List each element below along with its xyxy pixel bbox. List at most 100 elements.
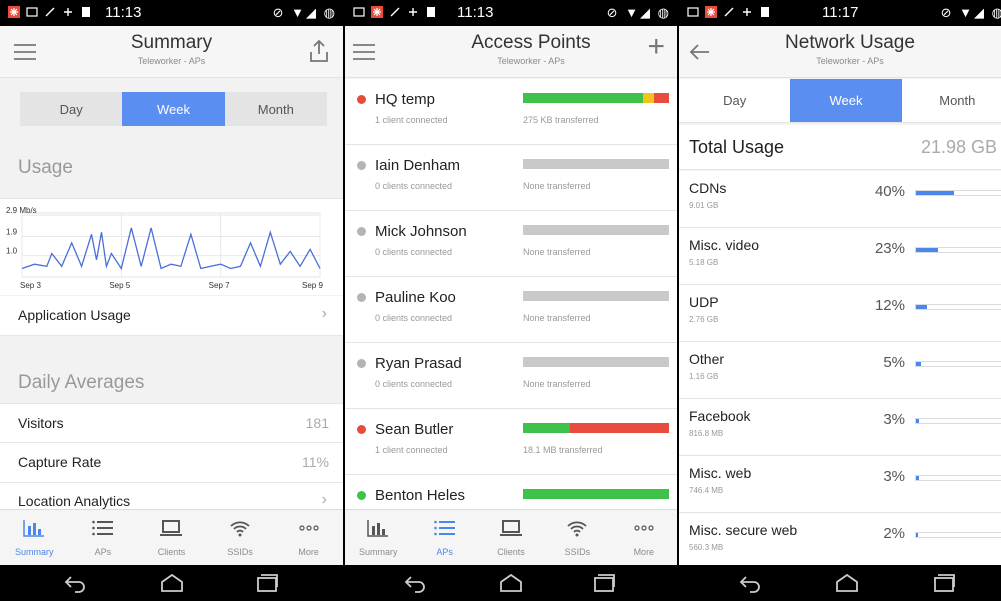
application-name: Facebook — [689, 408, 751, 424]
tab-ssids[interactable]: SSIDs — [544, 510, 610, 565]
usage-percent: 3% — [883, 411, 905, 428]
access-point-row[interactable]: Pauline Koo 0 clients connected None trans… — [345, 277, 677, 343]
application-name: UDP — [689, 294, 719, 310]
back-icon[interactable] — [737, 573, 763, 593]
total-usage-row: Total Usage 21.98 GB — [679, 125, 1001, 170]
android-nav-bar — [679, 565, 1001, 601]
access-point-row[interactable]: Mick Johnson 0 clients connected None tran… — [345, 211, 677, 277]
page-title: Network Usage — [785, 32, 915, 53]
tab-more[interactable]: More — [611, 510, 677, 565]
data-transferred: 18.1 MB transferred — [523, 445, 603, 455]
application-name: CDNs — [689, 180, 727, 196]
recent-apps-icon[interactable] — [254, 573, 280, 593]
traffic-bar-segment — [523, 423, 570, 433]
application-usage-row[interactable]: Application Usage › — [0, 296, 343, 336]
visitors-value: 181 — [305, 415, 329, 431]
usage-bar-fill — [916, 248, 938, 252]
notification-icons — [8, 6, 92, 18]
home-icon[interactable] — [834, 573, 860, 593]
usage-row[interactable]: Misc. video 5.18 GB 23% — [679, 228, 1001, 285]
recent-apps-icon[interactable] — [591, 573, 617, 593]
visitors-label: Visitors — [18, 415, 64, 431]
add-button[interactable]: + — [647, 30, 665, 64]
traffic-bar-segment — [569, 423, 669, 433]
wifi-icon — [567, 521, 588, 537]
usage-row[interactable]: Other 1.16 GB 5% — [679, 342, 1001, 399]
access-point-row[interactable]: Sean Butler 1 client connected 18.1 MB tra… — [345, 409, 677, 475]
segment-week[interactable]: Week — [790, 79, 902, 122]
usage-bar — [915, 418, 1001, 424]
application-size: 746.4 MB — [689, 486, 724, 495]
usage-row[interactable]: UDP 2.76 GB 12% — [679, 285, 1001, 342]
home-icon[interactable] — [159, 573, 185, 593]
chevron-right-icon: › — [321, 491, 327, 508]
status-dot — [357, 491, 366, 500]
status-indicators: ⊘ ▼◢ ◍ — [940, 5, 1001, 20]
y-tick-label: 1.0 — [6, 247, 18, 256]
data-transferred: 275 KB transferred — [523, 115, 599, 125]
clients-connected: 0 clients connected — [375, 379, 453, 389]
tab-ssids[interactable]: SSIDs — [206, 510, 275, 565]
more-icon — [299, 525, 319, 531]
tab-label: SSIDs — [564, 547, 591, 557]
segment-month[interactable]: Month — [901, 79, 1001, 122]
back-icon[interactable] — [62, 573, 88, 593]
more-icon — [634, 525, 654, 531]
tab-label: Clients — [157, 547, 186, 557]
status-indicators: ⊘ ▼◢ ◍ — [272, 5, 337, 20]
segment-day[interactable]: Day — [679, 79, 791, 122]
access-point-name: Benton Heles — [375, 487, 466, 504]
network-usage-screen: 11:17 ⊘ ▼◢ ◍ Network Usage Teleworker - … — [679, 0, 1001, 601]
period-selector: Day Week Month — [679, 79, 1001, 123]
notification-icons — [687, 6, 771, 18]
usage-bar-fill — [916, 362, 921, 366]
usage-bar — [915, 190, 1001, 196]
usage-bar-fill — [916, 305, 928, 309]
segment-day[interactable]: Day — [20, 92, 123, 126]
usage-bar — [915, 532, 1001, 538]
usage-percent: 5% — [883, 354, 905, 371]
location-analytics-label: Location Analytics — [18, 493, 131, 509]
tab-aps[interactable]: APs — [411, 510, 477, 565]
access-point-row[interactable]: HQ temp 1 client connected 275 KB transfer… — [345, 79, 677, 145]
application-size: 560.3 MB — [689, 543, 724, 552]
status-time: 11:13 — [105, 4, 142, 21]
data-transferred: None transferred — [523, 379, 591, 389]
tab-summary[interactable]: Summary — [345, 510, 411, 565]
laptop-icon — [500, 520, 523, 536]
tab-clients[interactable]: Clients — [137, 510, 206, 565]
usage-row[interactable]: CDNs 9.01 GB 40% — [679, 171, 1001, 228]
tab-label: Summary — [358, 547, 398, 557]
segment-month[interactable]: Month — [224, 92, 327, 126]
total-usage-value: 21.98 GB — [920, 137, 997, 157]
usage-row[interactable]: Misc. web 746.4 MB 3% — [679, 456, 1001, 513]
access-point-row[interactable]: Ryan Prasad 0 clients connected None trans… — [345, 343, 677, 409]
tab-label: More — [298, 547, 319, 557]
tab-aps[interactable]: APs — [69, 510, 138, 565]
application-name: Misc. video — [689, 237, 760, 253]
period-selector: Day Week Month — [20, 92, 327, 126]
x-tick-label: Sep 7 — [209, 281, 230, 290]
recent-apps-icon[interactable] — [931, 573, 957, 593]
tab-more[interactable]: More — [274, 510, 343, 565]
status-dot — [357, 161, 366, 170]
share-icon[interactable] — [307, 38, 331, 64]
usage-row[interactable]: Facebook 816.8 MB 3% — [679, 399, 1001, 456]
traffic-bar-segment — [523, 93, 643, 103]
status-dot — [357, 425, 366, 434]
laptop-icon — [160, 520, 183, 536]
y-tick-label: 1.9 — [6, 227, 18, 236]
tab-summary[interactable]: Summary — [0, 510, 69, 565]
tab-label: SSIDs — [227, 547, 253, 557]
app-header: Summary Teleworker - APs — [0, 26, 343, 78]
hamburger-menu-icon[interactable] — [351, 40, 377, 64]
usage-row[interactable]: Misc. secure web 560.3 MB 2% — [679, 513, 1001, 570]
tab-label: Clients — [497, 547, 525, 557]
back-icon[interactable] — [402, 573, 428, 593]
segment-week[interactable]: Week — [122, 92, 225, 126]
access-point-row[interactable]: Iain Denham 0 clients connected None trans… — [345, 145, 677, 211]
status-dot — [357, 227, 366, 236]
clients-connected: 0 clients connected — [375, 181, 453, 191]
tab-clients[interactable]: Clients — [478, 510, 544, 565]
home-icon[interactable] — [498, 573, 524, 593]
